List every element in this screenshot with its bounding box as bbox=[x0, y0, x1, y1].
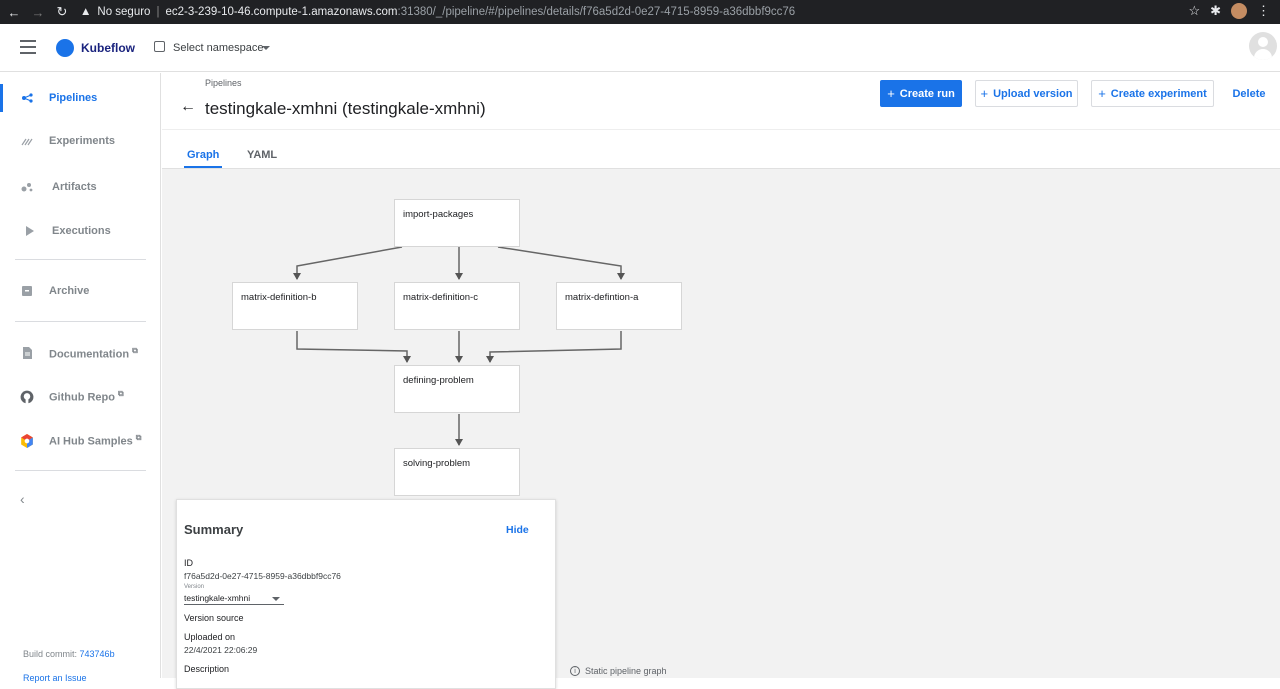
sidebar-item-label: AI Hub Samples ⧉ bbox=[49, 432, 142, 448]
sidebar-item-label: Experiments bbox=[49, 135, 116, 147]
chevron-down-icon bbox=[272, 597, 280, 601]
kubeflow-logo[interactable] bbox=[56, 39, 74, 57]
tab-yaml[interactable]: YAML bbox=[247, 149, 277, 161]
browser-toolbar: ← → ↻ ▲ No seguro | ec2-3-239-10-46.comp… bbox=[0, 0, 1280, 24]
sidebar-item-documentation[interactable]: Documentation ⧉ bbox=[0, 339, 160, 367]
namespace-cube-icon bbox=[154, 41, 165, 52]
sidebar-item-archive[interactable]: Archive bbox=[0, 277, 160, 305]
sidebar-item-github-repo[interactable]: Github Repo ⧉ bbox=[0, 382, 160, 410]
brand-title[interactable]: Kubeflow bbox=[81, 41, 135, 55]
warning-icon: ▲ bbox=[80, 6, 92, 18]
node-defining-problem[interactable]: defining-problem bbox=[394, 365, 520, 413]
sidebar-item-label: Archive bbox=[49, 285, 90, 297]
hide-summary-button[interactable]: Hide bbox=[506, 524, 529, 536]
app-header: Kubeflow Select namespace bbox=[0, 24, 1280, 72]
plus-icon: + bbox=[1098, 86, 1106, 101]
build-commit: Build commit: 743746b bbox=[23, 649, 115, 659]
sidebar: Pipelines Experiments Artifacts Executio… bbox=[0, 73, 161, 683]
tab-graph[interactable]: Graph bbox=[187, 149, 219, 161]
more-options-icon[interactable]: ⋮ bbox=[1257, 3, 1270, 19]
sidebar-item-label: Pipelines bbox=[49, 92, 98, 104]
node-matrix-definition-c[interactable]: matrix-definition-c bbox=[394, 282, 520, 330]
external-link-icon: ⧉ bbox=[132, 345, 138, 355]
edge bbox=[296, 331, 408, 362]
upload-version-button[interactable]: + Upload version bbox=[975, 80, 1078, 107]
sidebar-item-pipelines[interactable]: Pipelines bbox=[0, 84, 160, 112]
report-issue-link[interactable]: Report an Issue bbox=[23, 673, 87, 683]
create-run-button[interactable]: + Create run bbox=[880, 80, 962, 107]
main-content: Pipelines ← testingkale-xmhni (testingka… bbox=[162, 73, 1280, 689]
id-value: f76a5d2d-0e27-4715-8959-a36dbbf9cc76 bbox=[184, 571, 341, 581]
info-icon: i bbox=[570, 666, 580, 676]
sidebar-item-experiments[interactable]: Experiments bbox=[0, 127, 160, 155]
edge bbox=[497, 246, 622, 279]
version-label: Version bbox=[184, 584, 205, 590]
node-solving-problem[interactable]: solving-problem bbox=[394, 448, 520, 496]
extensions-icon[interactable]: ✱ bbox=[1210, 3, 1221, 19]
url-path: :31380/_/pipeline/#/pipelines/details/f7… bbox=[397, 6, 796, 18]
star-icon[interactable]: ☆ bbox=[1188, 3, 1200, 19]
url-host: ec2-3-239-10-46.compute-1.amazonaws.com bbox=[165, 6, 398, 18]
plus-icon: + bbox=[980, 86, 989, 101]
archive-icon bbox=[22, 286, 32, 296]
id-label: ID bbox=[184, 558, 193, 568]
sidebar-item-label: Github Repo ⧉ bbox=[49, 388, 124, 404]
github-icon bbox=[20, 390, 34, 404]
delete-button[interactable]: Delete bbox=[1226, 80, 1272, 107]
version-select[interactable]: testingkale-xmhni bbox=[184, 593, 284, 605]
reload-icon[interactable]: ↻ bbox=[52, 4, 72, 20]
plus-icon: + bbox=[887, 86, 895, 101]
address-bar[interactable]: ▲ No seguro | ec2-3-239-10-46.compute-1.… bbox=[80, 2, 1220, 22]
security-warning: No seguro bbox=[97, 6, 151, 18]
forward-nav-icon[interactable]: → bbox=[28, 5, 48, 20]
ai-hub-icon bbox=[21, 434, 33, 448]
hamburger-menu-icon[interactable] bbox=[20, 40, 36, 54]
experiments-icon bbox=[21, 138, 33, 146]
artifacts-icon bbox=[21, 183, 33, 192]
breadcrumb[interactable]: Pipelines bbox=[205, 78, 242, 88]
sidebar-item-artifacts[interactable]: Artifacts bbox=[0, 173, 160, 201]
external-link-icon: ⧉ bbox=[135, 432, 142, 442]
external-link-icon: ⧉ bbox=[118, 388, 124, 398]
back-nav-icon[interactable]: ← bbox=[4, 5, 24, 20]
node-matrix-defintion-a[interactable]: matrix-defintion-a bbox=[556, 282, 682, 330]
node-matrix-definition-b[interactable]: matrix-definition-b bbox=[232, 282, 358, 330]
header-divider bbox=[162, 129, 1280, 130]
edge bbox=[296, 246, 403, 279]
pipeline-graph-canvas[interactable]: import-packages matrix-definition-b matr… bbox=[162, 169, 1280, 689]
sidebar-item-executions[interactable]: Executions bbox=[0, 217, 160, 245]
sidebar-item-label: Executions bbox=[52, 225, 111, 237]
pipelines-icon bbox=[22, 93, 33, 103]
build-commit-link[interactable]: 743746b bbox=[80, 649, 115, 659]
summary-panel: Summary Hide ID f76a5d2d-0e27-4715-8959-… bbox=[176, 499, 556, 689]
summary-title: Summary bbox=[184, 522, 244, 537]
collapse-sidebar-chevron-icon[interactable]: ‹ bbox=[20, 491, 25, 507]
back-arrow-icon[interactable]: ← bbox=[180, 98, 196, 116]
version-source-label: Version source bbox=[184, 613, 244, 623]
user-avatar[interactable] bbox=[1249, 32, 1277, 60]
sidebar-item-ai-hub-samples[interactable]: AI Hub Samples ⧉ bbox=[0, 426, 160, 454]
sidebar-divider bbox=[15, 259, 146, 260]
uploaded-on-value: 22/4/2021 22:06:29 bbox=[184, 645, 258, 655]
namespace-selector[interactable]: Select namespace bbox=[173, 42, 264, 54]
browser-profile-avatar[interactable] bbox=[1231, 3, 1247, 19]
static-graph-note: i Static pipeline graph bbox=[570, 666, 667, 676]
edge bbox=[489, 331, 622, 362]
play-icon bbox=[26, 226, 34, 236]
sidebar-item-label: Artifacts bbox=[52, 181, 97, 193]
sidebar-item-label: Documentation ⧉ bbox=[49, 345, 138, 361]
chevron-down-icon[interactable] bbox=[262, 46, 270, 50]
sidebar-divider bbox=[15, 470, 146, 471]
description-label: Description bbox=[184, 664, 230, 674]
uploaded-on-label: Uploaded on bbox=[184, 632, 236, 642]
create-experiment-button[interactable]: + Create experiment bbox=[1091, 80, 1214, 107]
document-icon bbox=[23, 347, 32, 359]
page-title: testingkale-xmhni (testingkale-xmhni) bbox=[205, 99, 486, 118]
node-import-packages[interactable]: import-packages bbox=[394, 199, 520, 247]
sidebar-divider bbox=[15, 321, 146, 322]
